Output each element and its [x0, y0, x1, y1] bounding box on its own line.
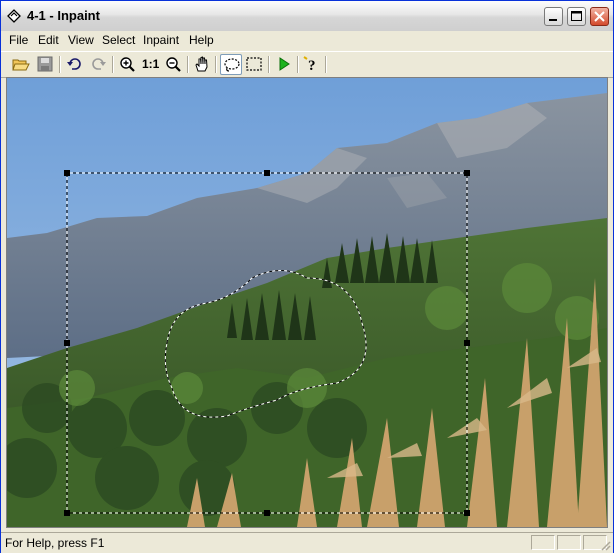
- svg-text:?: ?: [308, 58, 316, 72]
- app-icon: [7, 9, 21, 23]
- toolbar-separator: [215, 56, 217, 73]
- status-panel: [531, 535, 555, 550]
- help-button[interactable]: ?: [301, 54, 323, 75]
- open-button[interactable]: [10, 54, 32, 75]
- actual-size-label: 1:1: [142, 57, 160, 71]
- menu-help[interactable]: Help: [189, 33, 214, 47]
- save-button[interactable]: [34, 54, 56, 75]
- maximize-button[interactable]: [567, 7, 586, 26]
- minimize-button[interactable]: [544, 7, 563, 26]
- title-bar[interactable]: 4-1 - Inpaint: [1, 1, 613, 32]
- menu-view[interactable]: View: [68, 33, 94, 47]
- toolbar-separator: [187, 56, 189, 73]
- menu-bar: File Edit View Select Inpaint Help: [1, 31, 613, 50]
- minimize-icon: [549, 19, 557, 21]
- save-icon: [37, 56, 53, 72]
- inpaint-run-button[interactable]: [273, 54, 295, 75]
- menu-file[interactable]: File: [9, 33, 28, 47]
- menu-inpaint[interactable]: Inpaint: [143, 33, 179, 47]
- menu-select[interactable]: Select: [102, 33, 135, 47]
- pan-button[interactable]: [191, 54, 213, 75]
- hand-icon: [195, 56, 208, 72]
- redo-icon: [92, 58, 106, 70]
- actual-size-button[interactable]: 1:1: [140, 54, 162, 75]
- rect-select-icon: [246, 57, 262, 71]
- maximize-icon: [571, 11, 582, 21]
- undo-icon: [67, 58, 81, 70]
- window-title: 4-1 - Inpaint: [27, 8, 100, 23]
- landscape-photo: [7, 78, 607, 527]
- lasso-icon: [224, 58, 240, 72]
- rect-select-button[interactable]: [243, 54, 265, 75]
- zoom-out-button[interactable]: [163, 54, 185, 75]
- play-icon: [279, 57, 290, 71]
- zoom-out-icon: [166, 57, 181, 72]
- toolbar-separator: [112, 56, 114, 73]
- image-canvas[interactable]: [6, 77, 608, 528]
- toolbar: 1:1 ?: [1, 51, 613, 78]
- undo-button[interactable]: [64, 54, 86, 75]
- status-bar: For Help, press F1: [1, 532, 613, 553]
- zoom-in-icon: [120, 57, 135, 72]
- lasso-select-button[interactable]: [220, 54, 242, 75]
- status-text: For Help, press F1: [5, 536, 105, 550]
- toolbar-separator: [325, 56, 327, 73]
- status-panel: [557, 535, 581, 550]
- close-button[interactable]: [590, 7, 609, 26]
- help-icon: ?: [303, 56, 316, 72]
- resize-grip-icon[interactable]: [599, 539, 611, 551]
- menu-edit[interactable]: Edit: [38, 33, 59, 47]
- app-window: 4-1 - Inpaint File Edit View Select Inpa…: [0, 0, 614, 553]
- close-icon: [594, 11, 605, 22]
- toolbar-separator: [59, 56, 61, 73]
- open-icon: [12, 59, 30, 71]
- toolbar-separator: [297, 56, 299, 73]
- toolbar-separator: [268, 56, 270, 73]
- zoom-in-button[interactable]: [117, 54, 139, 75]
- redo-button[interactable]: [87, 54, 109, 75]
